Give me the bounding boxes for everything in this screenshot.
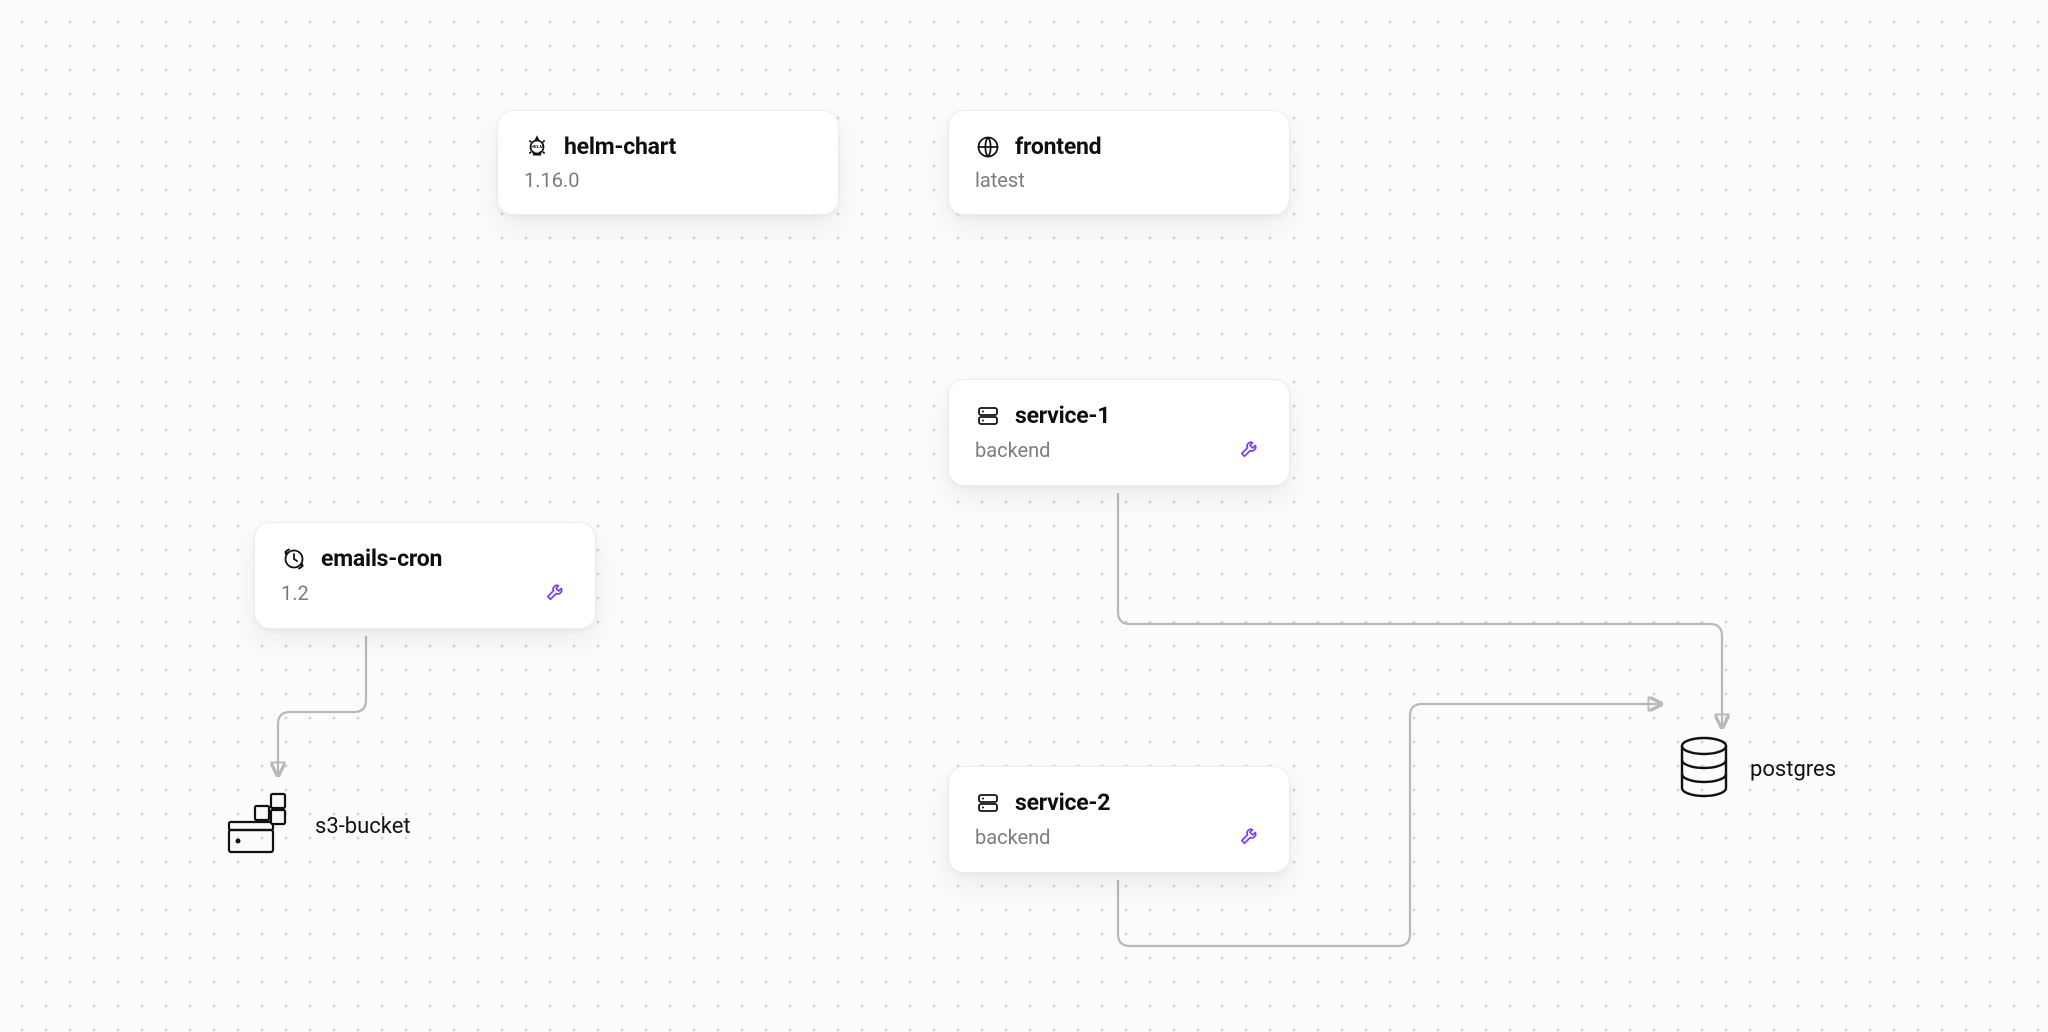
helm-icon: HELM	[524, 134, 550, 160]
node-frontend[interactable]: frontend latest	[948, 110, 1290, 215]
globe-icon	[975, 134, 1001, 160]
resource-label: postgres	[1750, 757, 1836, 782]
wrench-icon	[1239, 824, 1261, 850]
node-service-1[interactable]: service-1 backend	[948, 379, 1290, 486]
node-helm-chart[interactable]: HELM helm-chart 1.16.0	[497, 110, 839, 215]
node-subtitle: latest	[975, 168, 1025, 192]
node-subtitle: backend	[975, 438, 1050, 462]
resource-postgres[interactable]: postgres	[1676, 736, 1836, 802]
server-icon	[975, 403, 1001, 429]
node-title: service-2	[1015, 789, 1110, 816]
node-title: helm-chart	[564, 133, 676, 160]
node-title: emails-cron	[321, 545, 442, 572]
resource-s3-bucket[interactable]: s3-bucket	[225, 792, 411, 860]
node-emails-cron[interactable]: emails-cron 1.2	[254, 522, 596, 629]
node-subtitle: 1.2	[281, 581, 309, 605]
s3-bucket-icon	[225, 792, 297, 860]
resource-label: s3-bucket	[315, 814, 411, 839]
node-subtitle: backend	[975, 825, 1050, 849]
wrench-icon	[1239, 437, 1261, 463]
server-icon	[975, 790, 1001, 816]
node-title: service-1	[1015, 402, 1110, 429]
node-title: frontend	[1015, 133, 1101, 160]
node-service-2[interactable]: service-2 backend	[948, 766, 1290, 873]
database-icon	[1676, 736, 1732, 802]
wrench-icon	[545, 580, 567, 606]
node-subtitle: 1.16.0	[524, 168, 580, 192]
cron-icon	[281, 546, 307, 572]
svg-text:HELM: HELM	[531, 144, 544, 149]
